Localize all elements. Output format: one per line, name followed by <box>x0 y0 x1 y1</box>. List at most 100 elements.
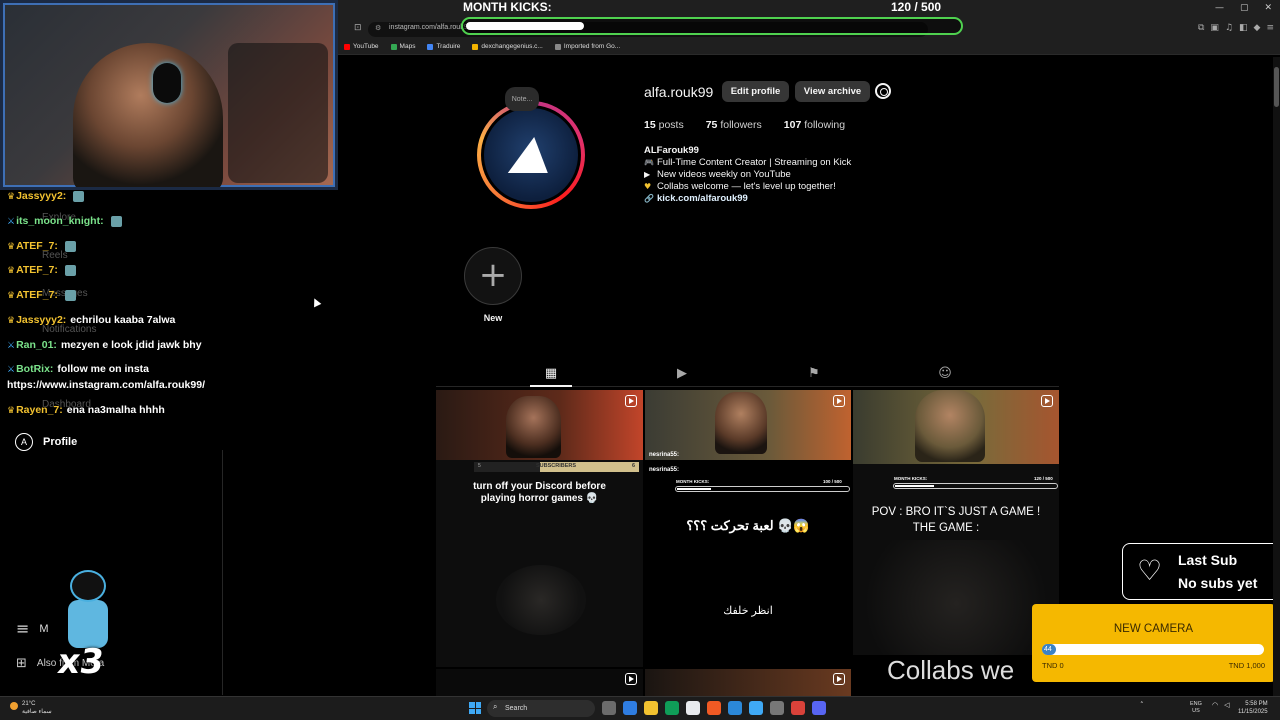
wallet-icon[interactable]: ◆ <box>1254 23 1261 33</box>
bio-line-text: Full-Time Content Creator | Streaming on… <box>657 157 852 168</box>
tray-chevron-icon[interactable]: ˄ <box>1140 701 1144 709</box>
media-icon[interactable]: ♫ <box>1225 23 1233 33</box>
language-indicator[interactable]: ENG US <box>1190 701 1202 715</box>
post-tile[interactable]: MONTH KICKS: 120 / 500 POV : BRO IT`S JU… <box>853 390 1059 667</box>
chat-text: ena na3malha hhhh <box>66 404 165 416</box>
reel-icon <box>625 673 637 685</box>
chat-message: ♛Jassyyy2: echrilou kaaba 7alwa <box>7 314 175 326</box>
tab-tagged[interactable]: ☺ <box>937 366 953 382</box>
taskbar-apps <box>602 701 826 715</box>
tab-reels[interactable]: ▶ <box>674 366 690 382</box>
tab-posts[interactable]: ▦ <box>543 366 559 382</box>
clock[interactable]: 5:58 PM 11/15/2025 <box>1238 700 1268 716</box>
extension-icon[interactable]: ▣ <box>1210 23 1219 33</box>
bookmark-imported[interactable]: Imported from Go... <box>554 43 620 50</box>
bio-link[interactable]: kick.com/alfarouk99 <box>657 193 748 204</box>
start-button[interactable] <box>469 702 481 714</box>
chat-username: Jassyyy2: <box>16 314 67 326</box>
post-tile[interactable] <box>645 669 851 696</box>
taskbar-app-icon[interactable] <box>770 701 784 715</box>
bookmark-icon: ⚑ <box>808 366 820 381</box>
menu-icon[interactable]: ≡ <box>1266 23 1274 33</box>
taskbar-app-icon[interactable] <box>707 701 721 715</box>
new-highlight-button[interactable]: + <box>464 247 522 305</box>
close-icon[interactable]: ✕ <box>1264 3 1272 13</box>
clock-date: 11/15/2025 <box>1238 709 1268 715</box>
bookmark-youtube[interactable]: YouTube <box>344 43 379 50</box>
scrollbar-thumb[interactable] <box>1274 67 1279 107</box>
bookmark-traduire[interactable]: Traduire <box>427 43 460 50</box>
last-sub-widget: ♡ Last Sub No subs yet <box>1122 543 1280 600</box>
post-tile[interactable]: 5 SUBSCRIBERS 6 turn off your Discord be… <box>436 390 643 667</box>
post-tile[interactable]: nesrina55: nesrina55: MONTH KICKS: 100 /… <box>645 390 851 667</box>
mod-badge-icon: ⚔ <box>7 365 16 375</box>
bookmark-maps[interactable]: Maps <box>390 43 415 50</box>
weather-widget[interactable]: 21°C سماء صافية <box>10 700 52 716</box>
address-url[interactable]: instagram.com/alfa.rouk99 <box>389 24 471 31</box>
chat-message: ⚔BotRix: follow me on insta <box>7 363 149 375</box>
crown-badge-icon: ♛ <box>7 316 16 326</box>
volume-icon[interactable]: ◁ <box>1224 701 1229 709</box>
system-tray: ˄ <box>1140 701 1144 709</box>
chat-username: BotRix: <box>16 363 54 375</box>
maximize-icon[interactable]: ▢ <box>1240 3 1249 13</box>
taskbar-search[interactable]: ⌕ Search <box>487 700 595 717</box>
edit-profile-button[interactable]: Edit profile <box>722 81 789 102</box>
bio-link-row[interactable]: 🔗 kick.com/alfarouk99 <box>644 193 851 205</box>
post-subcaption: THE GAME : <box>912 522 980 534</box>
sidebar-item-more[interactable]: ≡ M <box>16 619 49 638</box>
subscribers-min: 5 <box>478 463 481 469</box>
post-tile[interactable]: Collabs we <box>853 655 1059 696</box>
taskbar-app-icon[interactable] <box>602 701 616 715</box>
sidebar-icon[interactable]: ◧ <box>1239 23 1248 33</box>
taskbar-app-icon[interactable] <box>686 701 700 715</box>
taskbar-app-icon[interactable] <box>665 701 679 715</box>
taskbar-search-label: Search <box>505 705 528 712</box>
chat-username: Jassyyy2: <box>16 190 67 202</box>
taskbar-app-icon[interactable] <box>791 701 805 715</box>
taskbar-app-icon[interactable] <box>812 701 826 715</box>
post-subcaption: انظر خلفك <box>723 605 773 617</box>
note-bubble[interactable]: Note... <box>505 87 539 111</box>
bookmark-page-icon[interactable]: ⊡ <box>354 23 362 33</box>
view-archive-button[interactable]: View archive <box>795 81 870 102</box>
new-highlight-label: New <box>483 313 503 323</box>
page-scrollbar[interactable] <box>1273 57 1280 696</box>
wifi-icon[interactable]: ◠ <box>1212 701 1218 709</box>
tab-saved[interactable]: ⚑ <box>806 366 822 382</box>
mascot-body <box>68 600 108 648</box>
chat-message: ⚔its_moon_knight: <box>7 215 122 227</box>
post-person <box>715 392 767 454</box>
chat-username: its_moon_knight: <box>16 215 104 227</box>
taskbar-app-icon[interactable] <box>623 701 637 715</box>
video-icon: ▶ <box>644 170 651 179</box>
month-kicks-progress-fill <box>677 488 712 490</box>
bio-line: 🎮 Full-Time Content Creator | Streaming o… <box>644 157 851 169</box>
last-sub-title: Last Sub <box>1178 552 1238 568</box>
extension-icon[interactable]: ⧉ <box>1198 23 1204 33</box>
month-kicks-progress <box>893 483 1058 489</box>
emote-icon <box>64 289 76 301</box>
sidebar-item-profile[interactable]: A Profile <box>15 433 77 451</box>
taskbar-app-icon[interactable] <box>728 701 742 715</box>
reel-icon <box>833 673 845 685</box>
following-count[interactable]: 107 following <box>784 119 845 131</box>
minimize-icon[interactable]: — <box>1215 3 1224 13</box>
webcam-chair <box>228 43 328 183</box>
grid-icon: ▦ <box>544 366 558 381</box>
month-kicks-label: MONTH KICKS: <box>676 479 710 484</box>
following-count-label: following <box>804 119 846 131</box>
month-kicks-label: MONTH KICKS: <box>894 476 928 481</box>
posts-count: 15 posts <box>644 119 684 131</box>
chat-text: echrilou kaaba 7alwa <box>70 314 176 326</box>
heart-icon: ♥ <box>644 182 652 191</box>
site-info-icon[interactable]: ⚙ <box>375 24 381 32</box>
taskbar-app-icon[interactable] <box>749 701 763 715</box>
chat-message: ⚔Ran_01: mezyen e look jdid jawk bhy <box>7 339 202 351</box>
post-tile[interactable] <box>436 669 643 696</box>
gear-icon[interactable] <box>875 83 891 99</box>
profile-avatar[interactable] <box>477 101 585 209</box>
followers-count[interactable]: 75 followers <box>706 119 762 131</box>
taskbar-app-icon[interactable] <box>644 701 658 715</box>
bookmark-dexchange[interactable]: dexchangegenius.c... <box>472 43 543 50</box>
